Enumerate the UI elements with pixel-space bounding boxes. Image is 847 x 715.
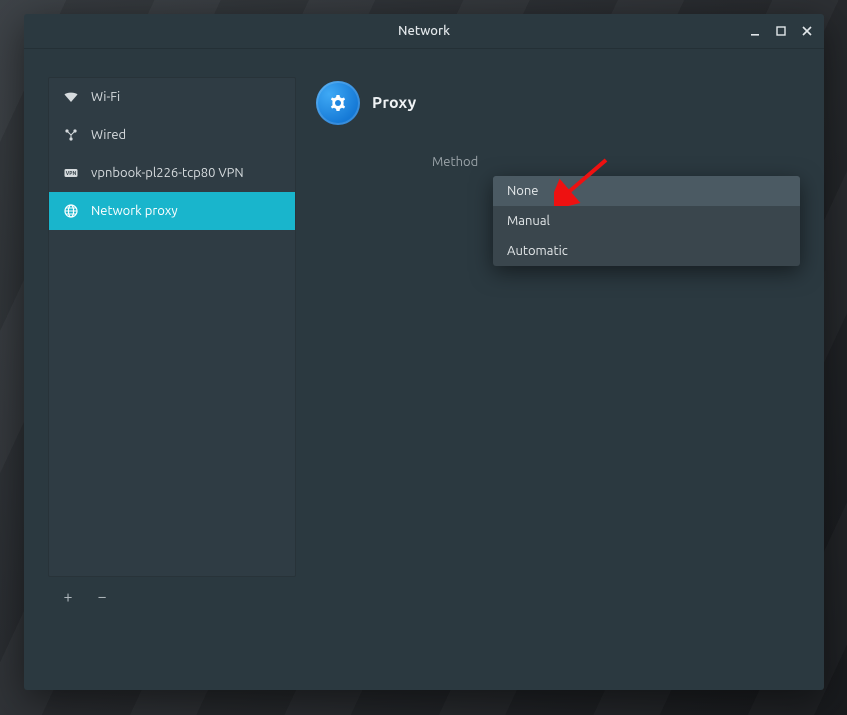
connections-sidebar: Wi-Fi Wired [48, 77, 296, 577]
window-controls [742, 14, 820, 48]
sidebar-item-wired[interactable]: Wired [49, 116, 295, 154]
method-row: Method [316, 155, 800, 169]
sidebar-item-wifi[interactable]: Wi-Fi [49, 78, 295, 116]
vpn-icon: VPN [63, 165, 79, 181]
sidebar-item-vpn[interactable]: VPN vpnbook-pl226-tcp80 VPN [49, 154, 295, 192]
add-connection-button[interactable]: + [58, 587, 78, 607]
option-label: Automatic [507, 244, 568, 258]
window-titlebar: Network [24, 14, 824, 49]
sidebar-item-label: Network proxy [91, 204, 178, 218]
page-title: Proxy [372, 94, 416, 112]
proxy-gear-icon [316, 81, 360, 125]
maximize-icon [775, 25, 787, 37]
globe-icon [63, 203, 79, 219]
sidebar-item-label: Wi-Fi [91, 90, 120, 104]
plus-icon: + [63, 589, 72, 605]
window-title: Network [398, 24, 450, 38]
sidebar-item-label: Wired [91, 128, 126, 142]
option-label: None [507, 184, 539, 198]
page-header: Proxy [316, 81, 800, 125]
main-panel: Proxy Method [316, 77, 800, 666]
wired-icon [63, 127, 79, 143]
desktop-background: Network [0, 0, 847, 715]
network-settings-window: Network [24, 14, 824, 690]
method-option-automatic[interactable]: Automatic [493, 236, 800, 266]
window-content: Wi-Fi Wired [24, 49, 824, 690]
sidebar-actions: + − [48, 577, 296, 607]
method-option-none[interactable]: None [493, 176, 800, 206]
method-label: Method [432, 155, 478, 169]
remove-connection-button[interactable]: − [92, 587, 112, 607]
svg-text:VPN: VPN [66, 170, 77, 176]
sidebar-column: Wi-Fi Wired [48, 77, 296, 666]
close-icon [801, 25, 813, 37]
maximize-button[interactable] [768, 18, 794, 44]
option-label: Manual [507, 214, 550, 228]
minimize-icon [749, 25, 761, 37]
wifi-icon [63, 89, 79, 105]
minimize-button[interactable] [742, 18, 768, 44]
close-button[interactable] [794, 18, 820, 44]
method-dropdown[interactable]: None Manual Automatic [493, 176, 800, 266]
sidebar-item-network-proxy[interactable]: Network proxy [49, 192, 295, 230]
sidebar-item-label: vpnbook-pl226-tcp80 VPN [91, 166, 244, 180]
method-option-manual[interactable]: Manual [493, 206, 800, 236]
minus-icon: − [97, 589, 106, 605]
